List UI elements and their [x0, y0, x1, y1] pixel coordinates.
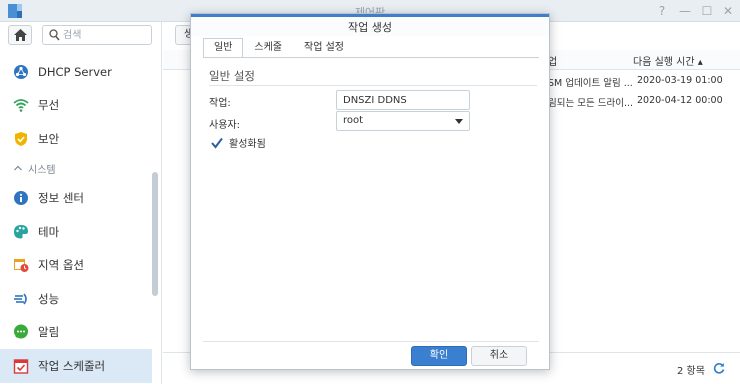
sidebar-item-wireless[interactable]: 무선 [0, 89, 152, 123]
sidebar-item-regional-options[interactable]: 지역 옵션 [0, 249, 152, 283]
dialog-footer-divider [203, 341, 539, 342]
tab-schedule[interactable]: 스케줄 [243, 38, 293, 58]
palette-icon [13, 224, 29, 240]
cancel-button[interactable]: 취소 [471, 346, 527, 366]
sidebar-item-label: 성능 [38, 291, 60, 306]
row-next-run: 2020-04-12 00:00 [637, 95, 723, 106]
maximize-button[interactable]: ☐ [699, 3, 715, 19]
minimize-button[interactable]: — [677, 3, 693, 19]
sidebar-item-info-center[interactable]: 정보 센터 [0, 182, 152, 216]
chevron-up-icon [14, 163, 22, 174]
search-box[interactable] [42, 25, 152, 45]
shield-icon [13, 131, 29, 147]
performance-icon [13, 291, 29, 307]
sidebar-list: DHCP Server 무선 보안 시스템 정보 센터 테마 지역 옵션 성능 … [0, 55, 152, 383]
sidebar: DHCP Server 무선 보안 시스템 정보 센터 [0, 22, 162, 384]
row-next-run: 2020-03-19 01:00 [637, 75, 723, 86]
section-title-general-settings: 일반 설정 [209, 69, 255, 83]
search-input[interactable] [63, 28, 147, 42]
dhcp-icon [13, 64, 29, 80]
checkmark-icon [211, 137, 223, 149]
chat-icon [13, 324, 29, 340]
home-icon [13, 29, 27, 41]
dialog-tabs: 일반 스케줄 작업 설정 [203, 38, 355, 58]
sidebar-item-performance[interactable]: 성능 [0, 282, 152, 316]
sidebar-item-label: 지역 옵션 [38, 258, 84, 273]
refresh-icon[interactable] [713, 362, 725, 377]
wifi-icon [13, 97, 29, 113]
task-name-field[interactable] [336, 90, 470, 110]
sidebar-item-theme[interactable]: 테마 [0, 215, 152, 249]
tab-task-settings[interactable]: 작업 설정 [293, 38, 355, 58]
row-action: SM 업데이트 알림 ... [548, 78, 633, 89]
task-label: 작업: [209, 98, 231, 109]
sidebar-item-security[interactable]: 보안 [0, 122, 152, 156]
sidebar-item-label: 무선 [38, 98, 60, 113]
calendar-clock-icon [13, 257, 29, 273]
user-label: 사용자: [209, 120, 240, 131]
dialog-title: 작업 생성 [191, 14, 549, 36]
help-button[interactable]: ? [654, 3, 670, 19]
enabled-label: 활성화됨 [229, 139, 266, 150]
search-icon [49, 29, 60, 41]
user-select[interactable]: root [336, 111, 470, 131]
item-count: 2 항목 [677, 366, 705, 377]
sidebar-item-notification[interactable]: 알림 [0, 316, 152, 350]
close-button[interactable]: ✕ [720, 3, 736, 19]
sidebar-item-task-scheduler[interactable]: 작업 스케줄러 [0, 349, 152, 383]
sidebar-item-label: 보안 [38, 131, 60, 146]
row-action: 림되는 모든 드라이... [548, 98, 634, 109]
user-select-value: root [343, 115, 364, 126]
sidebar-item-label: 작업 스케줄러 [38, 358, 106, 373]
sidebar-item-label: 테마 [38, 224, 60, 239]
enabled-checkbox-row[interactable]: 활성화됨 [211, 135, 266, 150]
sidebar-section-system[interactable]: 시스템 [0, 156, 152, 182]
tab-divider [203, 57, 539, 58]
sidebar-item-label: 알림 [38, 325, 60, 340]
tab-general[interactable]: 일반 [203, 38, 244, 58]
sidebar-scrollbar[interactable] [152, 172, 158, 296]
sidebar-item-dhcp-server[interactable]: DHCP Server [0, 55, 152, 89]
sidebar-item-label: DHCP Server [38, 64, 112, 79]
sidebar-section-label: 시스템 [28, 165, 56, 176]
dropdown-arrow-icon [455, 119, 463, 124]
ok-button[interactable]: 확인 [411, 346, 467, 366]
create-task-dialog: 작업 생성 일반 스케줄 작업 설정 일반 설정 작업: 사용자: root 활… [190, 13, 550, 370]
enabled-checkbox[interactable] [211, 137, 223, 149]
home-button[interactable] [8, 25, 32, 45]
sidebar-item-label: 정보 센터 [38, 191, 84, 206]
info-icon [13, 190, 29, 206]
column-header-next-run[interactable]: 다음 실행 시간 ▴ [633, 53, 703, 68]
task-scheduler-icon [13, 358, 29, 374]
section-divider [209, 85, 537, 86]
